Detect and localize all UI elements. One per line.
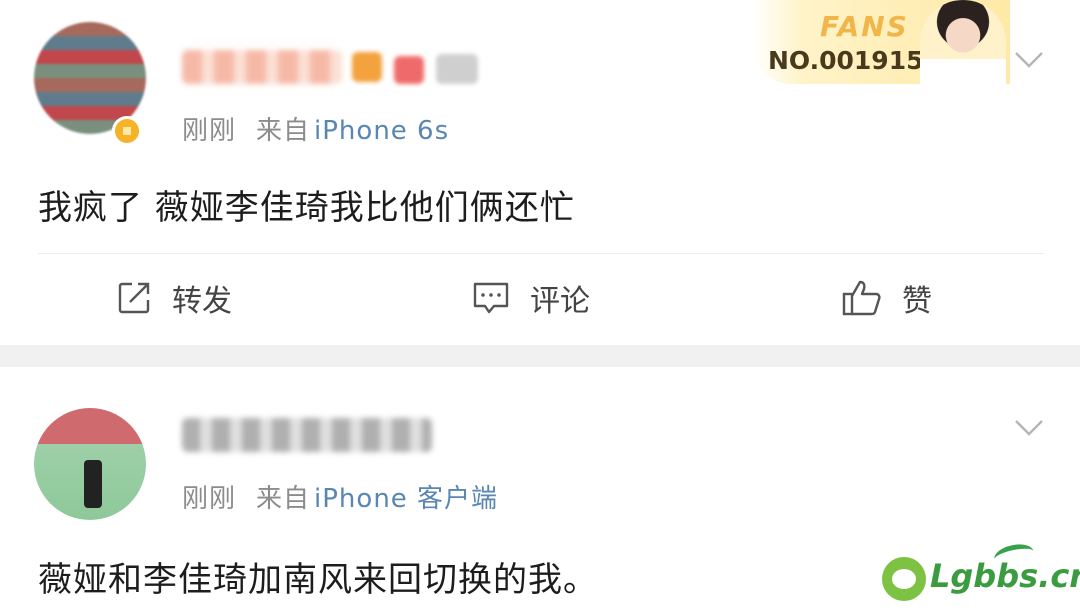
- post-text: 我疯了 薇娅李佳琦我比他们俩还忙: [38, 188, 575, 228]
- member-badge-icon: [352, 52, 382, 82]
- fans-badge-number: NO.0019151: [768, 46, 941, 75]
- repost-icon: [118, 282, 150, 314]
- verified-badge-icon: [112, 116, 142, 146]
- device-link[interactable]: iPhone 6s: [314, 116, 449, 146]
- chevron-down-icon[interactable]: [1014, 412, 1044, 442]
- source-prefix: 来自: [256, 116, 311, 146]
- post-time: 刚刚: [182, 484, 237, 514]
- source-prefix: 来自: [256, 484, 311, 514]
- fans-badge-title: FANS: [820, 10, 909, 43]
- divider: [38, 253, 1044, 254]
- level-badge-icon: [394, 56, 424, 84]
- post-time: 刚刚: [182, 116, 237, 146]
- comment-icon: [473, 282, 509, 314]
- post-text: 薇娅和李佳琦加南风来回切换的我。: [38, 560, 598, 600]
- chevron-down-icon[interactable]: [1014, 44, 1044, 74]
- title-badge-icon: [436, 54, 478, 84]
- comment-label: 评论: [530, 284, 590, 319]
- repost-button[interactable]: 转发: [116, 276, 232, 320]
- like-label: 赞: [902, 284, 932, 319]
- watermark-text: Lgbbs.cn: [930, 557, 1080, 595]
- post-separator: [0, 345, 1080, 367]
- comment-button[interactable]: 评论: [472, 276, 590, 320]
- avatar[interactable]: [34, 408, 146, 520]
- device-link[interactable]: iPhone 客户端: [314, 484, 498, 514]
- username-blurred[interactable]: [182, 418, 432, 452]
- like-button[interactable]: 赞: [842, 276, 932, 320]
- fans-badge-portrait: [920, 0, 1006, 84]
- post-meta: 刚刚 来自 iPhone 客户端: [182, 478, 518, 515]
- username-blurred[interactable]: [182, 50, 342, 84]
- post-meta: 刚刚 来自 iPhone 6s: [182, 110, 469, 147]
- post-card-1: 刚刚 来自 iPhone 6s FANS NO.0019151 我疯了 薇娅李佳琦我…: [0, 0, 1080, 345]
- watermark: Lgbbs.cn: [882, 541, 1080, 605]
- watermark-logo-icon: [882, 557, 926, 601]
- repost-label: 转发: [172, 284, 232, 319]
- thumbs-up-icon: [842, 280, 881, 316]
